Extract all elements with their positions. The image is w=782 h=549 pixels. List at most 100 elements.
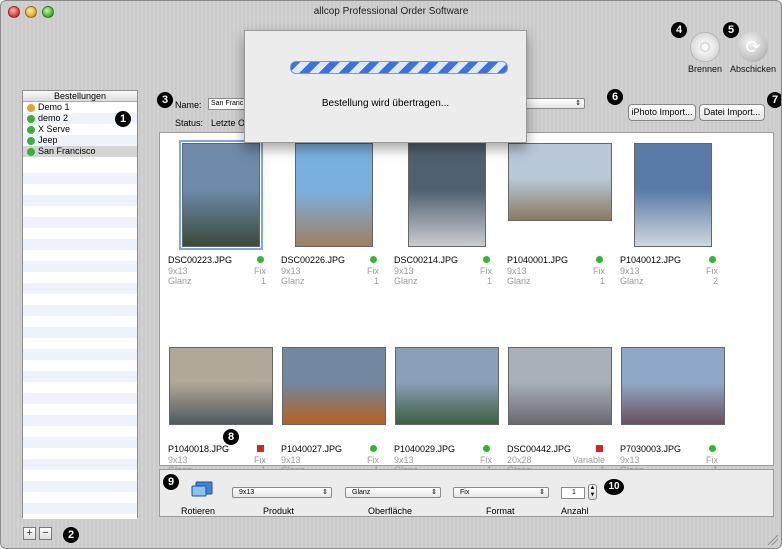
photo-item[interactable]: DSC00442.JPG20x28VariableGlanz1 [507, 294, 612, 479]
photo-filename: P1040012.JPG [620, 255, 682, 265]
format-select[interactable]: Fix ⇕ [453, 487, 549, 498]
product-select[interactable]: 9x13 ⇕ [232, 487, 332, 498]
photo-filename: DSC00442.JPG [507, 444, 572, 454]
photo-item[interactable]: DSC00214.JPG 9x13 Fix Glanz 1 [394, 133, 498, 286]
photo-item[interactable]: P1040012.JPG 9x13 Fix Glanz 2 [620, 133, 724, 286]
add-order-button[interactable]: + [23, 527, 36, 540]
photo-format: Fix [706, 455, 718, 465]
status-icon [27, 147, 35, 156]
photo-thumbnail[interactable] [634, 143, 712, 247]
count-stepper[interactable]: ▲ ▼ [588, 484, 597, 500]
ok-status-icon [370, 445, 377, 452]
progress-message: Bestellung wird übertragen... [321, 98, 450, 109]
rotate-icon [191, 481, 213, 497]
order-item[interactable]: San Francisco [23, 146, 137, 157]
chevron-updown-icon: ⇕ [539, 489, 545, 496]
status-label: Status: [175, 118, 204, 128]
photo-filename: P1040018.JPG [168, 444, 230, 454]
format-label: Format [486, 506, 515, 516]
callout-badge: 2 [63, 527, 79, 543]
photo-thumbnail[interactable] [282, 347, 386, 425]
warning-icon [596, 445, 603, 452]
photo-format: Fix [706, 266, 718, 276]
photo-format: Variable [572, 455, 605, 465]
ok-status-icon [257, 256, 264, 263]
photo-item[interactable]: DSC00226.JPG 9x13 Fix Glanz 1 [281, 133, 385, 286]
photo-settings-bar: 9x13 ⇕ Glanz ⇕ Fix ⇕ 1 ▲ ▼ Rotieren Produ… [159, 469, 774, 517]
photo-item[interactable]: P7030003.JPG9x13FixGlanz1 [620, 294, 725, 479]
photo-thumbnail[interactable] [621, 347, 725, 425]
photo-item[interactable]: P1040027.JPG9x13FixGlanz1 [281, 294, 386, 479]
orders-list: Demo 1 demo 2X Serve Jeep San Francisco [23, 102, 137, 157]
send-button[interactable]: ⟳ Abschicken [727, 32, 779, 74]
photo-filename: DSC00226.JPG [281, 255, 346, 265]
callout-badge: 8 [223, 429, 239, 445]
hidden-select[interactable]: ⇕ [521, 98, 585, 109]
photo-thumbnail[interactable] [508, 143, 612, 221]
photo-surface-row: Glanz 1 [507, 276, 605, 286]
product-select-value: 9x13 [239, 489, 255, 496]
photo-thumbnail[interactable] [179, 140, 263, 250]
photo-thumbnail[interactable] [395, 347, 499, 425]
photo-surface-row: Glanz 1 [281, 276, 379, 286]
chevron-updown-icon: ⇕ [322, 489, 328, 496]
photo-filename: P7030003.JPG [620, 444, 682, 454]
photo-size-row: 9x13 Fix [394, 455, 492, 465]
photo-size-row: 9x13 Fix [620, 455, 718, 465]
rotate-button[interactable] [190, 480, 214, 498]
iphoto-import-button[interactable]: iPhoto Import... [628, 104, 696, 121]
photo-filename: P1040029.JPG [394, 444, 456, 454]
photo-size: 20x28 [507, 455, 532, 465]
ok-status-icon [370, 256, 377, 263]
photo-thumbnail[interactable] [169, 347, 273, 425]
photo-count: 1 [599, 276, 605, 286]
photo-format: Fix [480, 455, 492, 465]
photo-size: 9x13 [394, 455, 414, 465]
photo-format: Fix [254, 266, 266, 276]
photo-count: 1 [486, 276, 492, 286]
status-icon [27, 103, 35, 112]
photo-item[interactable]: P1040029.JPG9x13FixGlanz1 [394, 294, 499, 479]
product-label: Produkt [263, 506, 295, 516]
photo-item[interactable]: DSC00223.JPG 9x13 Fix Glanz 1 [168, 133, 272, 286]
callout-badge: 4 [671, 22, 687, 38]
callout-badge: 6 [607, 89, 623, 105]
photo-filename: DSC00214.JPG [394, 255, 459, 265]
count-label: Anzahl [561, 506, 589, 516]
photo-item[interactable]: P1040001.JPG 9x13 Fix Glanz 1 [507, 133, 612, 286]
ok-status-icon [709, 256, 716, 263]
status-icon [27, 136, 35, 145]
photo-size-row: 9x13 Fix [168, 266, 266, 276]
order-item-label: demo 2 [38, 113, 69, 123]
order-item[interactable]: Jeep [23, 135, 137, 146]
photo-size-row: 9x13 Fix [281, 455, 379, 465]
remove-order-button[interactable]: − [39, 527, 52, 540]
count-input[interactable]: 1 [561, 487, 585, 499]
callout-badge: 3 [157, 92, 173, 108]
surface-select-value: Glanz [352, 489, 371, 496]
photo-item[interactable]: P1040018.JPG9x13FixGlanz1 [168, 294, 273, 479]
callout-badge: 10 [604, 479, 624, 495]
app-window: allcop Professional Order Software Brenn… [0, 0, 782, 549]
photo-thumbnail[interactable] [408, 143, 486, 247]
photo-thumbnail[interactable] [508, 347, 612, 425]
photo-size-row: 9x13 Fix [168, 455, 266, 465]
order-item-label: San Francisco [38, 146, 96, 156]
chevron-updown-icon: ⇕ [431, 489, 437, 496]
surface-select[interactable]: Glanz ⇕ [345, 487, 441, 498]
sidebar-empty-rows [23, 162, 137, 519]
file-import-button[interactable]: Datei Import... [699, 104, 765, 121]
photo-thumbnail[interactable] [295, 143, 373, 247]
photo-size-row: 20x28 Variable [507, 455, 605, 465]
photo-size-row: 9x13 Fix [507, 266, 605, 276]
status-icon [27, 114, 35, 123]
burn-button[interactable]: Brennen [685, 32, 725, 74]
photo-filename: P1040001.JPG [507, 255, 569, 265]
callout-badge: 1 [115, 111, 131, 127]
resize-handle[interactable] [768, 535, 778, 545]
photo-filename: DSC00223.JPG [168, 255, 233, 265]
ok-status-icon [709, 445, 716, 452]
ok-status-icon [483, 445, 490, 452]
photo-size: 9x13 [620, 455, 640, 465]
callout-badge: 9 [163, 474, 179, 490]
